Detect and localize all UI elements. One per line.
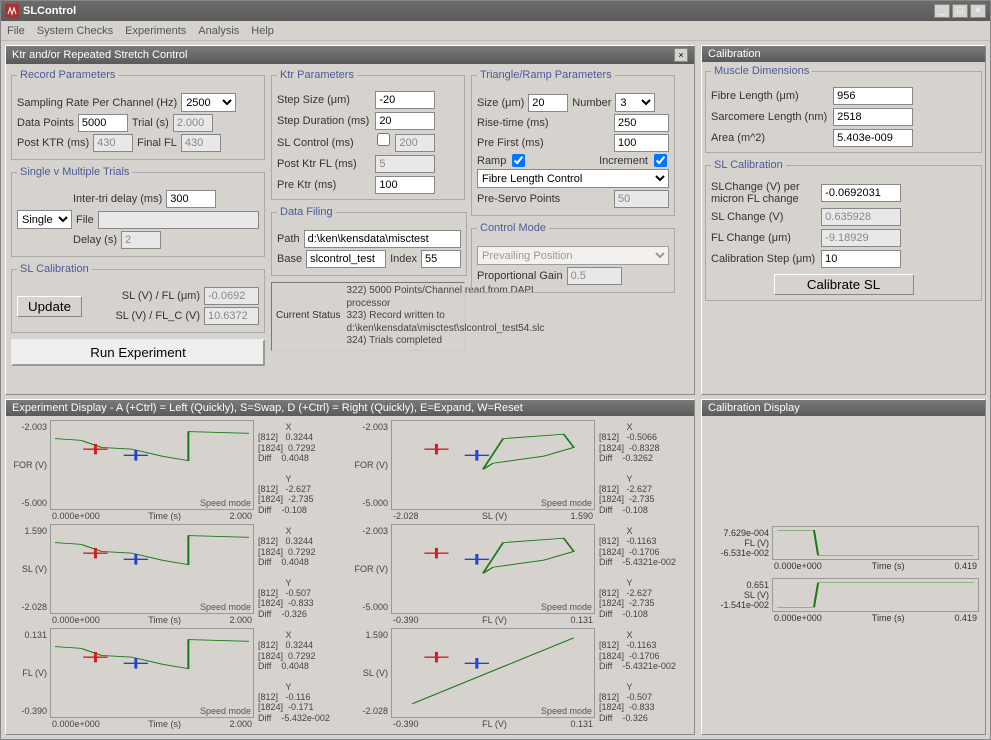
post-ktr-fl (375, 155, 435, 173)
experiment-display-header[interactable]: Experiment Display - A (+Ctrl) = Left (Q… (6, 400, 694, 416)
app-title: SLControl (23, 5, 932, 17)
maximize-button[interactable]: □ (952, 4, 968, 18)
menu-help[interactable]: Help (251, 25, 274, 37)
increment-check[interactable] (654, 154, 667, 167)
menu-analysis[interactable]: Analysis (198, 25, 239, 37)
record-parameters-group: Record Parameters Sampling Rate Per Chan… (11, 69, 265, 160)
plot-cell[interactable]: 1.590SL (V)-2.028 Speed mode 0.000e+000T… (10, 524, 349, 626)
ktr-panel-title: Ktr and/or Repeated Stretch Control (12, 49, 187, 61)
control-mode-select: Prevailing Position (477, 246, 669, 265)
plot-cell[interactable]: 1.590SL (V)-2.028 Speed mode -0.390FL (V… (351, 628, 690, 730)
titlebar[interactable]: SLControl _ □ × (1, 1, 990, 21)
app-window: SLControl _ □ × File System Checks Exper… (0, 0, 991, 740)
control-mode-group: Control Mode Prevailing Position Proport… (471, 222, 675, 293)
calib-plot[interactable]: 0.651SL (V)-1.541e-002 0.000e+000Time (s… (708, 578, 979, 624)
plot-grid: -2.003FOR (V)-5.000 Speed mode 0.000e+00… (6, 416, 694, 734)
experiment-display-title: Experiment Display - A (+Ctrl) = Left (Q… (12, 402, 523, 414)
base-input[interactable] (306, 250, 386, 268)
ktr-control-panel: Ktr and/or Repeated Stretch Control × Re… (5, 45, 695, 395)
pre-servo-points (614, 190, 669, 208)
sl-fl-ratio (204, 287, 259, 305)
step-size[interactable] (375, 91, 435, 109)
menubar: File System Checks Experiments Analysis … (1, 21, 990, 41)
plot-cell[interactable]: -2.003FOR (V)-5.000 Speed mode 0.000e+00… (10, 420, 349, 522)
calibration-display-title: Calibration Display (708, 402, 800, 414)
trial-mode-select[interactable]: Single (17, 210, 72, 229)
fibre-length[interactable] (833, 87, 913, 105)
menu-file[interactable]: File (7, 25, 25, 37)
sl-calibration-group: SL Calibration SLChange (V) per micron F… (705, 159, 982, 301)
panel-close-icon[interactable]: × (674, 48, 688, 62)
inter-trial-delay[interactable] (166, 190, 216, 208)
menu-system-checks[interactable]: System Checks (37, 25, 113, 37)
sl-calibration-small-group: SL Calibration Update SL (V) / FL (μm) S… (11, 263, 265, 333)
plot-cell[interactable]: -2.003FOR (V)-5.000 Speed mode -2.028SL … (351, 420, 690, 522)
path-input[interactable] (304, 230, 461, 248)
sampling-rate-select[interactable]: 2500 (181, 93, 236, 112)
single-multiple-group: Single v Multiple Trials Inter-tri delay… (11, 166, 265, 257)
delay-input (121, 231, 161, 249)
calibration-step[interactable] (821, 250, 901, 268)
menu-experiments[interactable]: Experiments (125, 25, 186, 37)
calibration-display-header[interactable]: Calibration Display (702, 400, 985, 416)
muscle-dimensions-group: Muscle Dimensions Fibre Length (μm) Sarc… (705, 65, 982, 153)
step-duration[interactable] (375, 112, 435, 130)
sl-control-check[interactable] (377, 133, 390, 146)
slchange-per-micron[interactable] (821, 184, 901, 202)
rise-time[interactable] (614, 114, 669, 132)
sl-change-v (821, 208, 901, 226)
post-ktr (93, 134, 133, 152)
sarcomere-length[interactable] (833, 108, 913, 126)
calibration-header[interactable]: Calibration (702, 46, 985, 62)
data-filing-group: Data Filing Path Base Index (271, 206, 467, 276)
fl-change-um (821, 229, 901, 247)
calibration-display-panel: Calibration Display 7.629e-004FL (V)-6.5… (701, 399, 986, 735)
minimize-button[interactable]: _ (934, 4, 950, 18)
trial-seconds (173, 114, 213, 132)
ktr-parameters-group: Ktr Parameters Step Size (μm) Step Durat… (271, 69, 465, 200)
area[interactable] (833, 129, 913, 147)
triangle-ramp-group: Triangle/Ramp Parameters Size (μm) Numbe… (471, 69, 675, 216)
calibration-panel: Calibration Muscle Dimensions Fibre Leng… (701, 45, 986, 395)
update-button[interactable]: Update (17, 296, 82, 317)
run-experiment-button[interactable]: Run Experiment (11, 339, 265, 366)
calibrate-sl-button[interactable]: Calibrate SL (774, 274, 914, 295)
proportional-gain (567, 267, 622, 285)
experiment-display-panel: Experiment Display - A (+Ctrl) = Left (Q… (5, 399, 695, 735)
data-points-input[interactable] (78, 114, 128, 132)
index-input[interactable] (421, 250, 461, 268)
calibration-plots: 7.629e-004FL (V)-6.531e-002 0.000e+000Ti… (702, 416, 985, 734)
calib-plot[interactable]: 7.629e-004FL (V)-6.531e-002 0.000e+000Ti… (708, 526, 979, 572)
tri-size[interactable] (528, 94, 568, 112)
length-control-select[interactable]: Fibre Length Control (477, 169, 669, 188)
file-input (98, 211, 259, 229)
tri-number-select[interactable]: 3 (615, 93, 655, 112)
close-button[interactable]: × (970, 4, 986, 18)
sl-control-ms (395, 134, 435, 152)
current-status-label: Current Status (276, 310, 340, 323)
pre-first[interactable] (614, 134, 669, 152)
pre-ktr[interactable] (375, 176, 435, 194)
app-icon (5, 4, 19, 18)
calibration-title: Calibration (708, 48, 761, 60)
sl-flc-ratio (204, 307, 259, 325)
ramp-check[interactable] (512, 154, 525, 167)
plot-cell[interactable]: -2.003FOR (V)-5.000 Speed mode -0.390FL … (351, 524, 690, 626)
plot-cell[interactable]: 0.131FL (V)-0.390 Speed mode 0.000e+000T… (10, 628, 349, 730)
final-fl (181, 134, 221, 152)
ktr-panel-header[interactable]: Ktr and/or Repeated Stretch Control × (6, 46, 694, 64)
